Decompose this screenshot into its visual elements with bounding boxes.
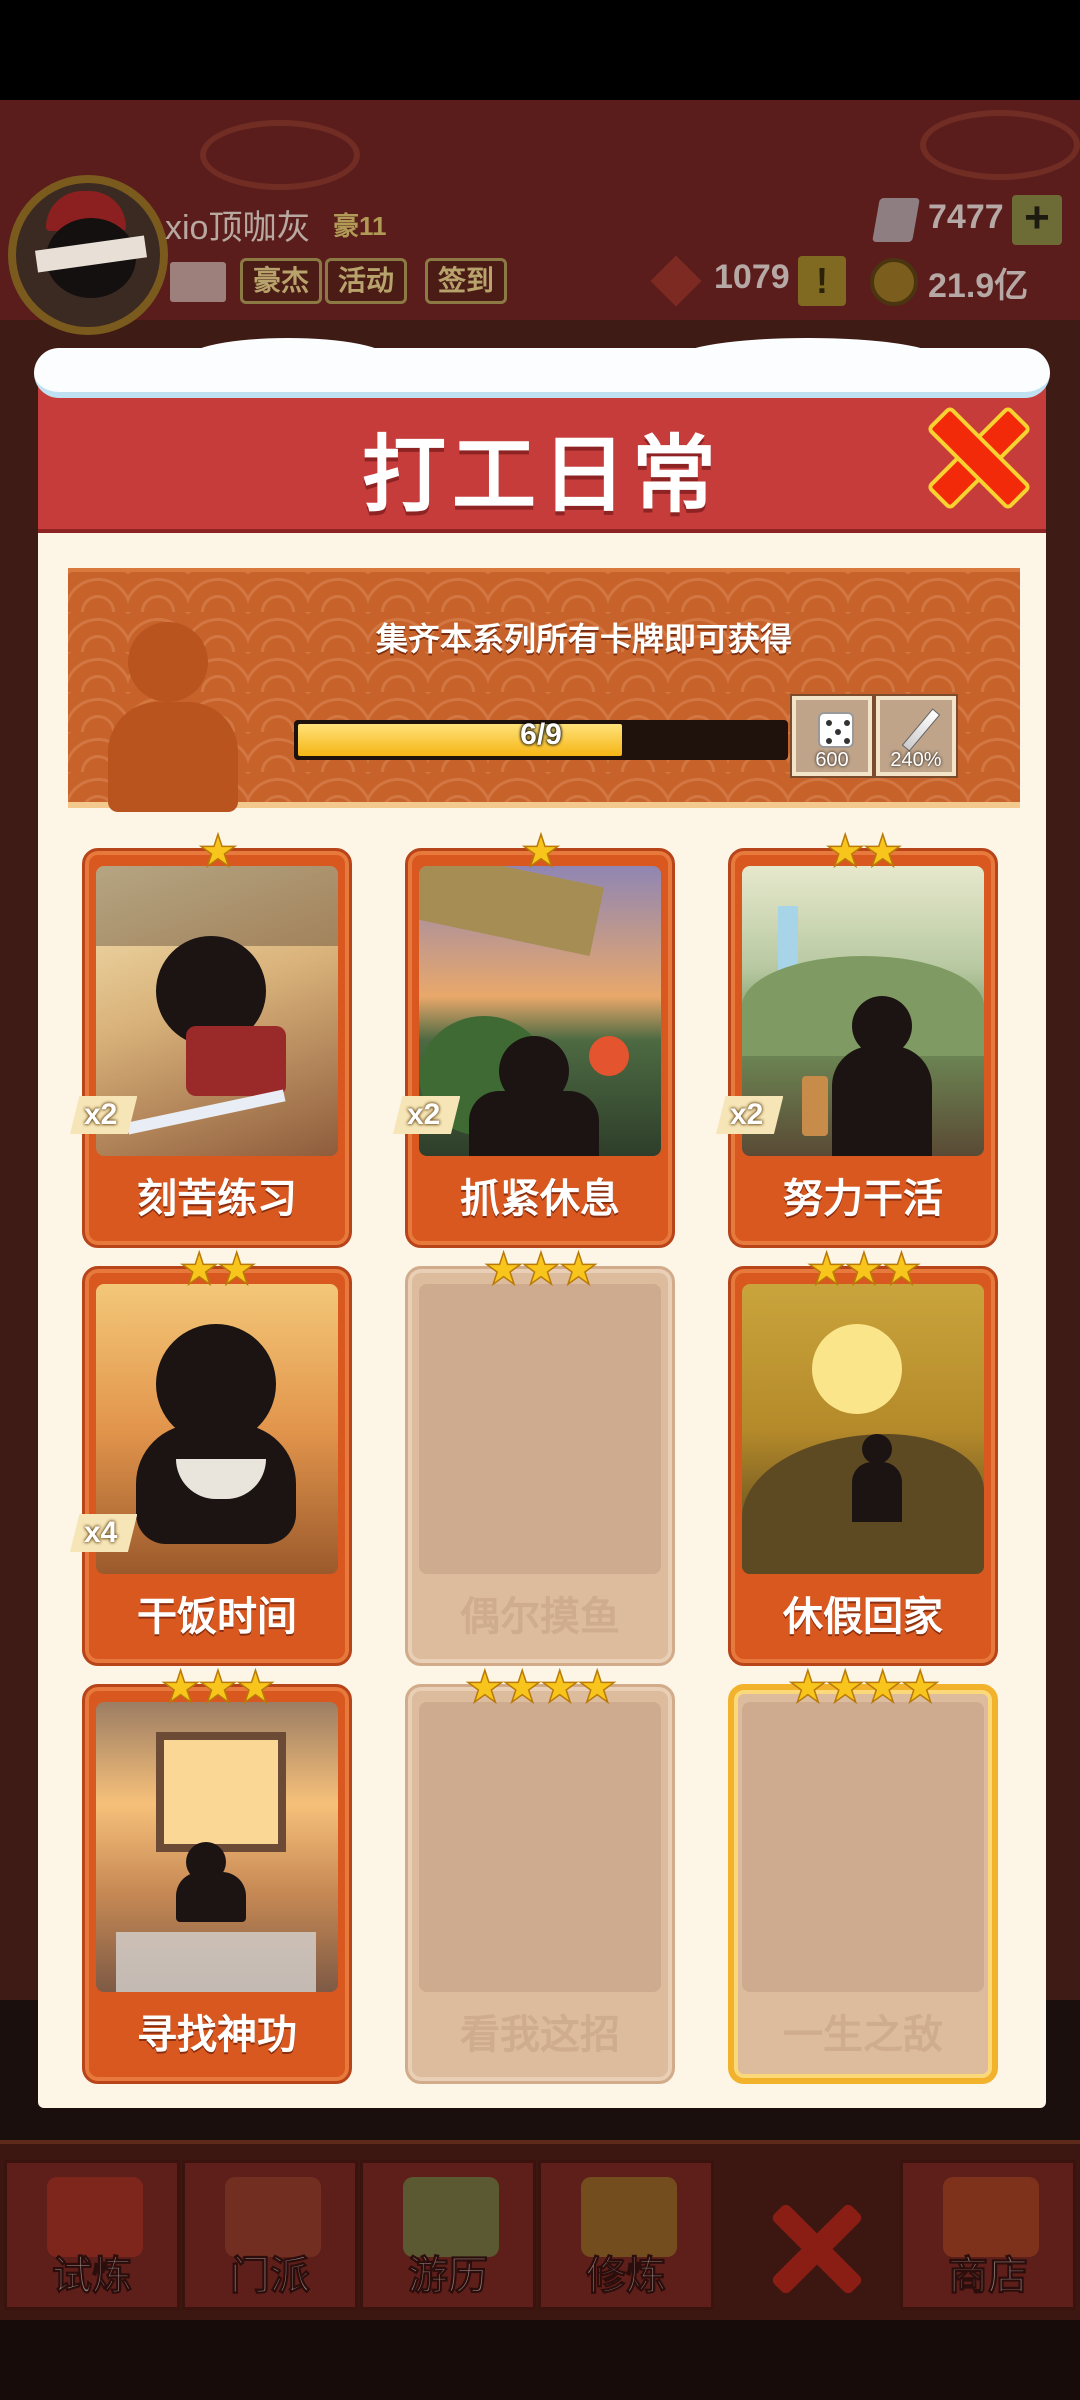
top-bar [0,100,1080,320]
card-name: 刻苦练习 [137,1177,297,1221]
card-name: 看我这招 [460,2013,620,2057]
gem-icon [872,198,920,242]
series-reward-banner: 集齐本系列所有卡牌即可获得 6/9 600 240% [68,568,1020,812]
card-lifelong-rival[interactable]: ★★★★ 一生之敌 [728,1665,998,2084]
star-rating: ★★★ [160,1663,276,1712]
star-rating: ★ [198,827,239,876]
nav-cultivate[interactable]: 修炼 [538,2160,714,2310]
progress-text: 6/9 [520,718,562,751]
reward-sword[interactable]: 240% [874,694,958,778]
reward-dice[interactable]: 600 [790,694,874,778]
star-rating: ★ [521,827,562,876]
nav-travel[interactable]: 游历 [360,2160,536,2310]
card-seek-martial-arts[interactable]: ★★★ 寻找神功 [82,1665,352,2084]
alert-button[interactable]: ! [798,256,846,306]
card-diligent-practice[interactable]: ★ x2 刻苦练习 [70,829,352,1248]
modal-header: 打工日常 [34,338,1050,533]
token-count: 1079 [714,258,790,296]
system-nav-bar [0,2320,1080,2400]
nav-shop[interactable]: 商店 [900,2160,1076,2310]
nav-label: 门派 [230,2254,311,2299]
snow-decoration [678,338,938,378]
sword-icon [901,708,941,752]
card-watch-this-move[interactable]: ★★★★ 看我这招 [405,1665,675,2084]
card-art [742,1284,984,1574]
nav-trial[interactable]: 试炼 [4,2160,180,2310]
events-button[interactable]: 活动 [325,258,408,304]
close-icon[interactable] [926,404,1026,504]
card-count-badge: x2 [70,1096,138,1134]
star-rating: ★★ [825,827,903,876]
card-name: 干饭时间 [137,1595,297,1639]
heroes-button[interactable]: 豪杰 [240,258,323,304]
card-name: 偶尔摸鱼 [460,1595,620,1639]
card-meal-time[interactable]: ★★ x4 干饭时间 [70,1247,352,1666]
card-occasional-slacking[interactable]: ★★★ 偶尔摸鱼 [405,1247,675,1666]
modal-title: 打工日常 [361,428,722,522]
card-name: 寻找神功 [137,2013,297,2057]
card-collection-modal: 打工日常 集齐本系列所有卡牌即可获得 6/9 600 240% ★ x2 刻苦练… [34,338,1050,2108]
reward-value: 240% [890,749,942,771]
add-gems-button[interactable]: + [1012,195,1062,245]
status-bar [0,0,1080,100]
card-vacation-home[interactable]: ★★★ 休假回家 [728,1247,998,1666]
nav-label: 游历 [408,2254,489,2299]
card-count-badge: x2 [393,1096,461,1134]
card-name: 抓紧休息 [460,1177,620,1221]
star-rating: ★★★★ [787,1663,940,1712]
star-rating: ★★★ [483,1245,599,1294]
cloud-decoration [920,110,1080,180]
mail-icon[interactable] [170,262,226,302]
player-rank: 豪11 [333,211,387,241]
player-name: xio顶咖灰 [165,209,311,247]
card-art-locked [419,1702,661,1992]
nav-sect[interactable]: 门派 [182,2160,358,2310]
star-rating: ★★★★ [464,1663,617,1712]
gem-count: 7477 [928,198,1004,236]
card-name: 休假回家 [783,1595,943,1639]
star-rating: ★★ [179,1245,257,1294]
card-count-badge: x2 [716,1096,784,1134]
card-name: 一生之敌 [783,2013,943,2057]
nav-label: 试炼 [52,2254,133,2299]
card-work-hard[interactable]: ★★ x2 努力干活 [716,829,998,1248]
card-count-badge: x4 [70,1514,138,1552]
snow-decoration [188,338,388,378]
card-art-locked [742,1702,984,1992]
checkin-button[interactable]: 签到 [425,258,508,304]
nav-label: 修炼 [586,2254,667,2299]
nav-label: 商店 [948,2254,1029,2299]
card-art [96,1702,338,1992]
reward-value: 600 [815,749,849,771]
gold-count: 21.9亿 [928,267,1029,305]
gold-coin-icon [870,258,918,306]
series-reward-text: 集齐本系列所有卡牌即可获得 [375,621,792,657]
card-take-a-break[interactable]: ★ x2 抓紧休息 [393,829,675,1248]
nav-close-icon[interactable] [770,2200,860,2290]
cloud-decoration [200,120,360,190]
dice-icon [818,712,854,748]
player-avatar[interactable] [8,175,168,335]
card-name: 努力干活 [783,1177,943,1221]
card-art-locked [419,1284,661,1574]
star-rating: ★★★ [806,1245,922,1294]
